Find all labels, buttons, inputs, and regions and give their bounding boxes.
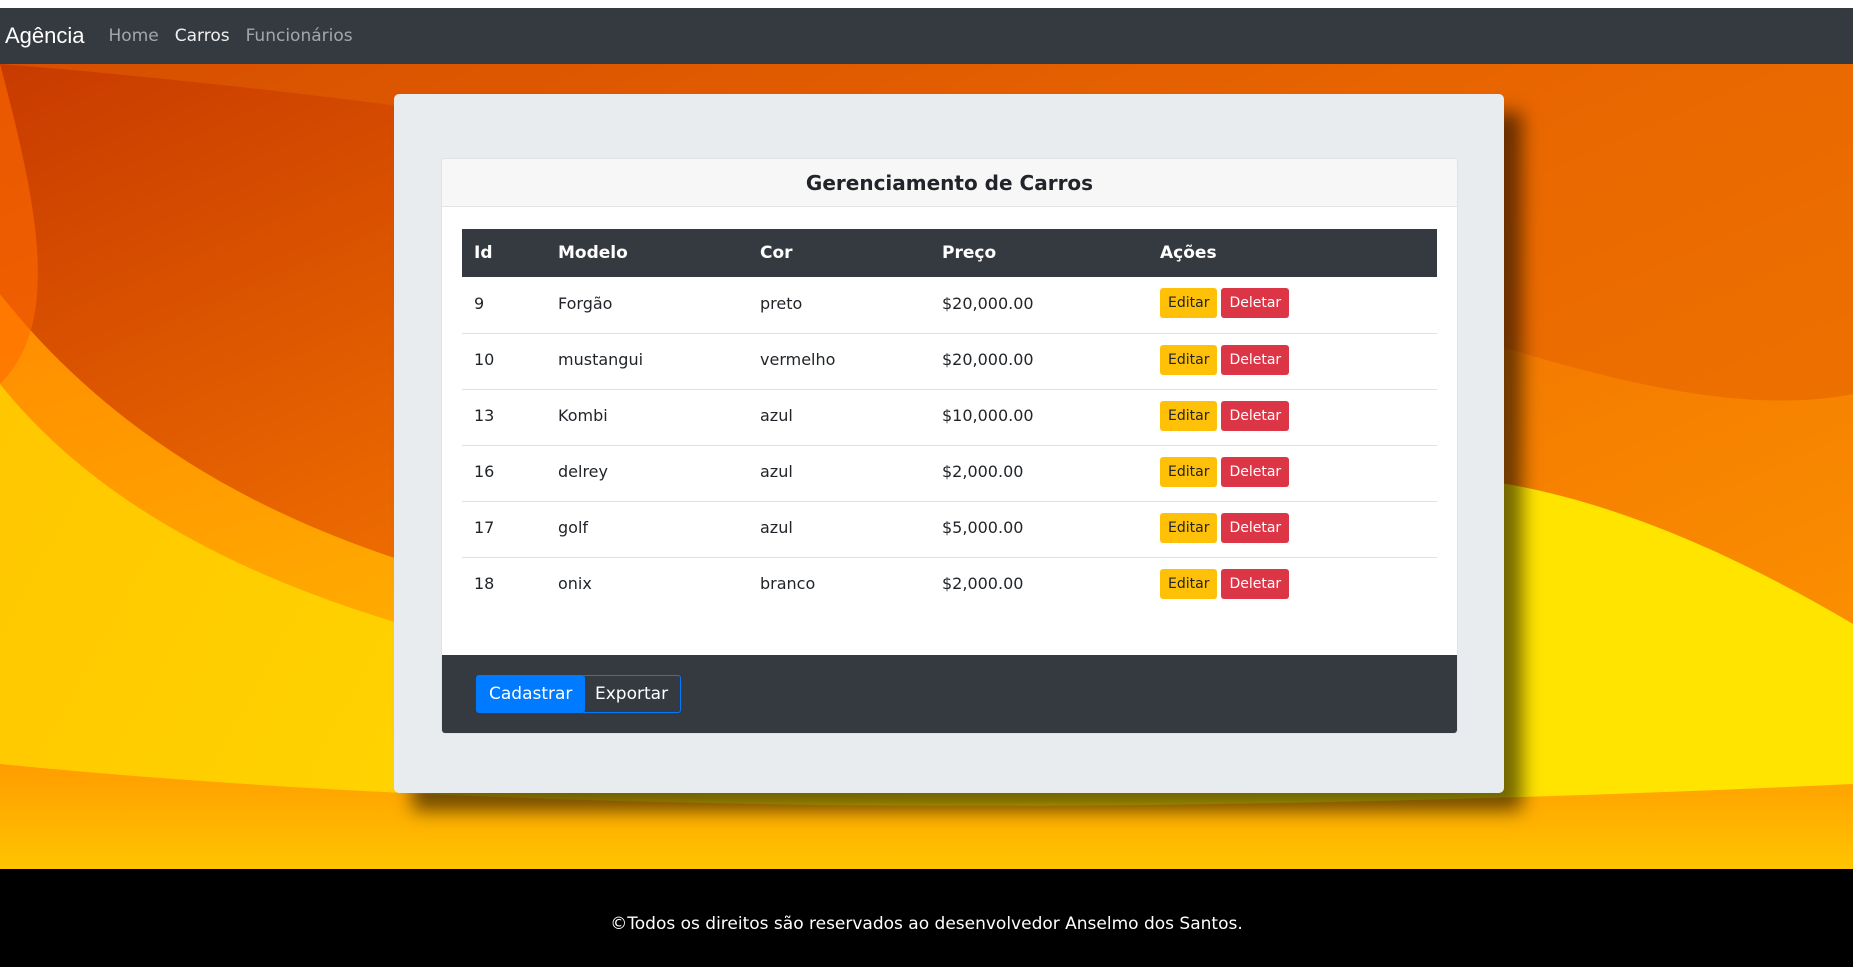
- edit-button[interactable]: Editar: [1160, 288, 1218, 319]
- main-panel: Gerenciamento de Carros Id Modelo Cor Pr…: [394, 94, 1504, 793]
- card-title: Gerenciamento de Carros: [442, 159, 1457, 207]
- edit-button[interactable]: Editar: [1160, 456, 1218, 487]
- cell-modelo: onix: [558, 574, 592, 594]
- cell-preco: $20,000.00: [942, 350, 1034, 369]
- cell-acoes: Editar Deletar: [1148, 445, 1437, 501]
- table-row: 10 mustangui vermelho $20,000.00 Editar D…: [462, 333, 1437, 389]
- table-row: 9 Forgão preto $20,000.00 Editar Deletar: [462, 277, 1437, 333]
- page-footer: ©Todos os direitos são reservados ao des…: [0, 869, 1853, 967]
- cell-modelo: Forgão: [558, 293, 613, 313]
- cell-cor: branco: [760, 574, 816, 594]
- table-row: 18 onix branco $2,000.00 Editar Deletar: [462, 557, 1437, 613]
- cell-modelo: Kombi: [558, 406, 608, 425]
- cell-cor: vermelho: [760, 350, 836, 369]
- cell-id: 9: [474, 293, 485, 313]
- browser-top-strip: [0, 0, 1853, 8]
- cars-card: Gerenciamento de Carros Id Modelo Cor Pr…: [441, 158, 1458, 734]
- delete-button[interactable]: Deletar: [1221, 456, 1290, 487]
- cell-cor: preto: [760, 293, 803, 313]
- edit-button[interactable]: Editar: [1160, 400, 1218, 431]
- cell-preco: $20,000.00: [942, 293, 1034, 313]
- delete-button[interactable]: Deletar: [1221, 568, 1290, 599]
- cell-id: 16: [474, 462, 495, 481]
- nav-link-home[interactable]: Home: [109, 26, 159, 46]
- copyright-text: ©Todos os direitos são reservados ao des…: [610, 914, 1243, 934]
- cell-cor: azul: [760, 518, 793, 537]
- edit-button[interactable]: Editar: [1160, 512, 1218, 543]
- brand-logo[interactable]: Agência: [5, 23, 85, 49]
- column-header-cor: Cor: [760, 243, 793, 263]
- cell-preco: $10,000.00: [942, 406, 1034, 425]
- table-header-row: Id Modelo Cor Preço Ações: [462, 229, 1437, 277]
- navbar: Agência Home Carros Funcionários: [0, 8, 1853, 64]
- delete-button[interactable]: Deletar: [1221, 288, 1290, 319]
- cell-modelo: golf: [558, 518, 589, 537]
- delete-button[interactable]: Deletar: [1221, 512, 1290, 543]
- cell-preco: $2,000.00: [942, 462, 1024, 481]
- cell-cor: azul: [760, 462, 793, 481]
- table-row: 13 Kombi azul $10,000.00 Editar Deletar: [462, 389, 1437, 445]
- delete-button[interactable]: Deletar: [1221, 344, 1290, 375]
- cadastrar-button[interactable]: Cadastrar: [476, 675, 586, 713]
- column-header-modelo: Modelo: [558, 243, 628, 263]
- cell-modelo: delrey: [558, 462, 608, 481]
- edit-button[interactable]: Editar: [1160, 344, 1218, 375]
- exportar-button[interactable]: Exportar: [582, 675, 682, 713]
- cell-acoes: Editar Deletar: [1148, 557, 1437, 613]
- card-footer: Cadastrar Exportar: [442, 655, 1457, 733]
- cell-cor: azul: [760, 406, 793, 425]
- table-row: 17 golf azul $5,000.00 Editar Deletar: [462, 501, 1437, 557]
- delete-button[interactable]: Deletar: [1221, 400, 1290, 431]
- cell-acoes: Editar Deletar: [1148, 501, 1437, 557]
- nav-link-carros[interactable]: Carros: [175, 26, 230, 46]
- cell-acoes: Editar Deletar: [1148, 333, 1437, 389]
- cell-acoes: Editar Deletar: [1148, 277, 1437, 333]
- cell-preco: $2,000.00: [942, 574, 1024, 594]
- cell-modelo: mustangui: [558, 350, 644, 369]
- cell-id: 13: [474, 406, 495, 425]
- column-header-preco: Preço: [942, 243, 997, 263]
- nav-link-funcionarios[interactable]: Funcionários: [246, 26, 353, 46]
- column-header-acoes: Ações: [1160, 243, 1217, 263]
- table-row: 16 delrey azul $2,000.00 Editar Deletar: [462, 445, 1437, 501]
- cell-preco: $5,000.00: [942, 518, 1024, 537]
- cell-id: 10: [474, 350, 495, 369]
- cell-acoes: Editar Deletar: [1148, 389, 1437, 445]
- column-header-id: Id: [474, 243, 493, 263]
- cars-table: Id Modelo Cor Preço Ações 9 Forgão preto…: [462, 229, 1437, 613]
- edit-button[interactable]: Editar: [1160, 568, 1218, 599]
- cell-id: 18: [474, 574, 495, 594]
- cell-id: 17: [474, 518, 495, 537]
